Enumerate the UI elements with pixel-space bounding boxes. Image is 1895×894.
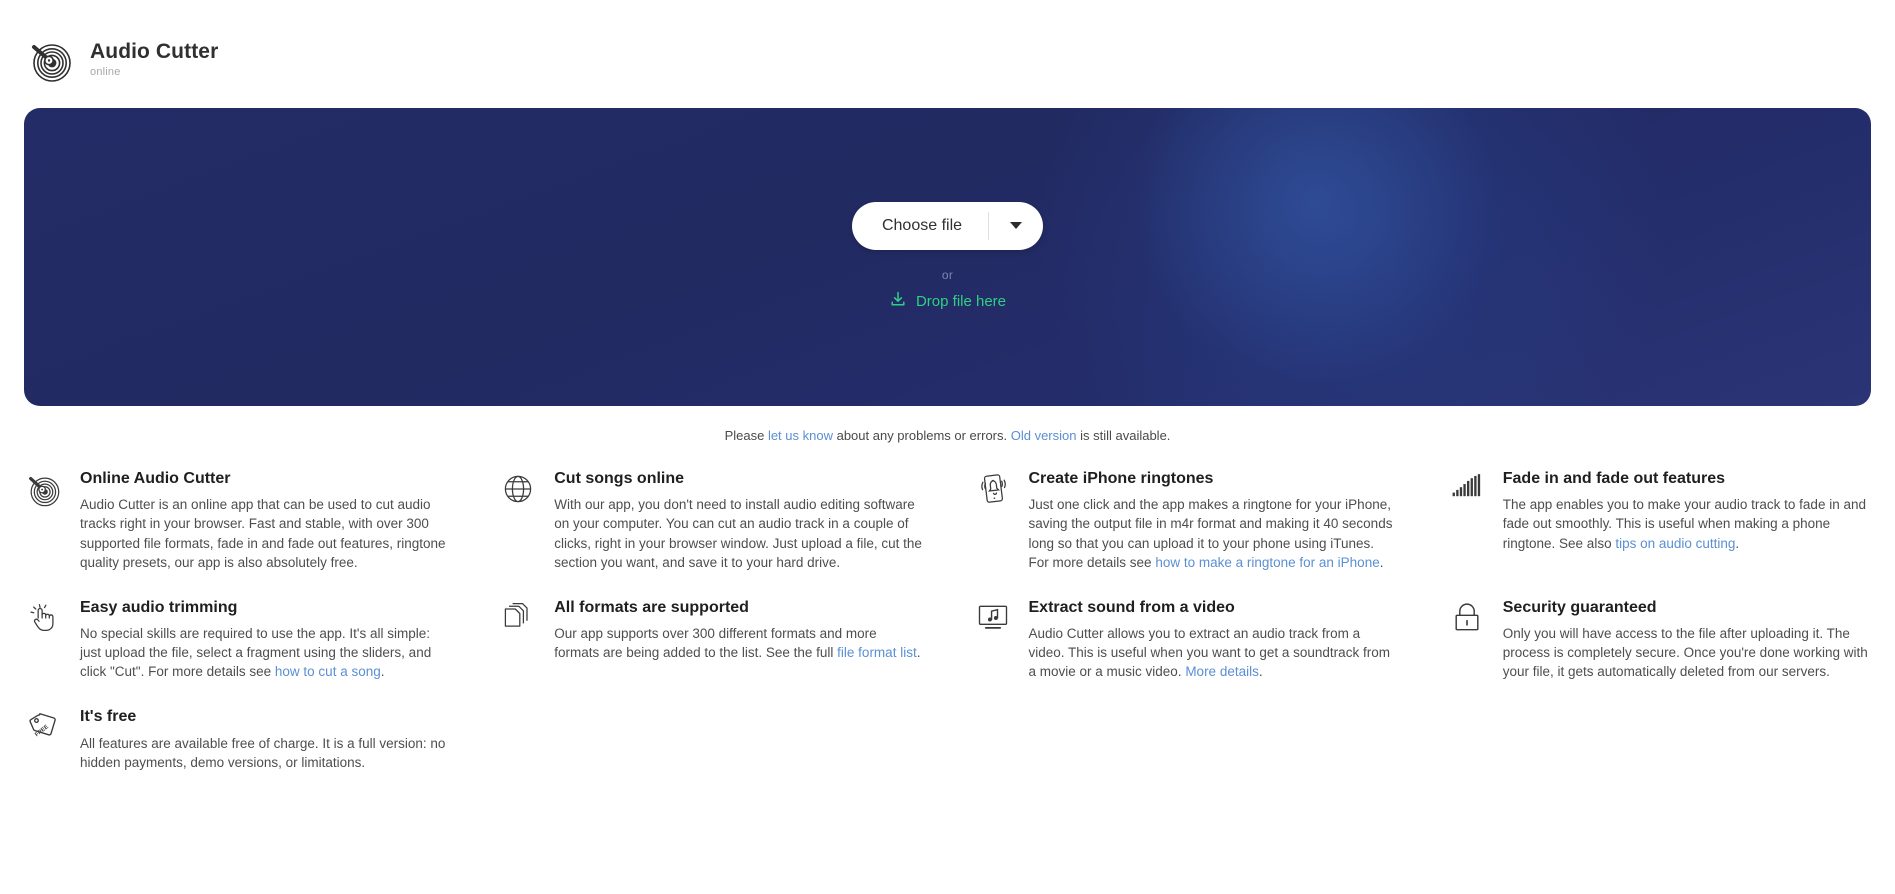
fade-bars-icon — [1447, 471, 1487, 511]
monitor-music-icon — [973, 600, 1013, 640]
svg-text:FREE: FREE — [34, 724, 50, 738]
site-header: Audio Cutter online — [0, 0, 1895, 96]
feature-title: Extract sound from a video — [1028, 598, 1235, 616]
feature-text-tail: . — [380, 664, 385, 680]
feature-text: All features are available free of charg… — [80, 734, 448, 772]
feature-link[interactable]: file format list — [837, 645, 917, 660]
feature-text-tail: . — [916, 645, 921, 661]
drop-file-label: Drop file here — [915, 292, 1007, 310]
feature-card: Extract sound from a video Audio Cutter … — [973, 598, 1397, 682]
feature-text: Audio Cutter allows you to extract an au… — [1029, 624, 1397, 681]
notice-before: Please — [724, 428, 768, 443]
feature-text: The app enables you to make your audio t… — [1503, 495, 1871, 552]
feature-text: No special skills are required to use th… — [80, 624, 448, 681]
logo-link[interactable]: Audio Cutter online — [24, 33, 218, 85]
feature-text-body: Our app supports over 300 different form… — [554, 626, 877, 661]
feature-text: Our app supports over 300 different form… — [554, 624, 922, 662]
choose-file-control[interactable]: Choose file — [851, 201, 1044, 250]
feature-title: Security guaranteed — [1502, 598, 1657, 616]
features-grid: Online Audio Cutter Audio Cutter is an o… — [24, 469, 1871, 772]
hero-upload-panel: Choose file or Drop file here — [24, 108, 1871, 406]
chevron-down-icon — [1010, 222, 1023, 229]
feature-card: Security guaranteed Only you will have a… — [1447, 598, 1871, 682]
feature-card: All formats are supported Our app suppor… — [498, 598, 922, 682]
feature-text-body: Audio Cutter is an online app that can b… — [80, 497, 446, 570]
vinyl-record-icon — [24, 33, 76, 85]
feature-card: Create iPhone ringtones Just one click a… — [973, 469, 1397, 572]
feature-title: Create iPhone ringtones — [1028, 470, 1214, 487]
feature-text: Only you will have access to the file af… — [1503, 624, 1871, 681]
feature-text-body: Only you will have access to the file af… — [1502, 626, 1868, 680]
feature-text-tail: . — [1735, 535, 1740, 551]
notice-middle: about any problems or errors. — [832, 428, 1011, 443]
or-label: or — [941, 267, 954, 282]
feature-title: Fade in and fade out features — [1502, 470, 1726, 487]
padlock-icon — [1447, 600, 1487, 640]
hero-content: Choose file or Drop file here — [24, 108, 1871, 406]
feature-card: Online Audio Cutter Audio Cutter is an o… — [24, 469, 448, 572]
choose-file-dropdown-button[interactable] — [989, 202, 1043, 250]
feature-link[interactable]: how to cut a song — [275, 664, 381, 679]
feature-title: Online Audio Cutter — [80, 470, 231, 487]
feature-link[interactable]: how to make a ringtone for an iPhone — [1155, 555, 1379, 570]
feature-text: Audio Cutter is an online app that can b… — [80, 495, 448, 572]
feature-text-tail: . — [1258, 664, 1263, 680]
feature-link[interactable]: More details — [1185, 664, 1259, 679]
feature-text: With our app, you don't need to install … — [554, 495, 922, 572]
feature-card: FREE It's free All features are availabl… — [24, 707, 448, 772]
old-version-link[interactable]: Old version — [1011, 428, 1077, 443]
feature-title: Cut songs online — [554, 470, 685, 487]
feature-link[interactable]: tips on audio cutting — [1615, 536, 1735, 551]
notice-after: is still available. — [1076, 428, 1171, 443]
phone-ringtone-icon — [973, 471, 1013, 511]
vinyl-record-icon — [24, 471, 64, 511]
free-price-tag-icon: FREE — [24, 709, 64, 749]
feature-text-body: All features are available free of charg… — [80, 735, 446, 770]
feature-card: Easy audio trimming No special skills ar… — [24, 598, 448, 682]
feature-title: It's free — [80, 708, 137, 726]
logo-title: Audio Cutter — [90, 39, 219, 63]
feature-text: Just one click and the app makes a ringt… — [1029, 495, 1397, 572]
let-us-know-link[interactable]: let us know — [768, 428, 833, 443]
feature-title: Easy audio trimming — [80, 598, 238, 616]
feature-card: Cut songs online With our app, you don't… — [498, 469, 922, 572]
globe-icon — [498, 471, 538, 511]
logo-subtitle: online — [90, 66, 121, 79]
drop-file-zone[interactable]: Drop file here — [889, 290, 1006, 313]
feature-title: All formats are supported — [554, 598, 749, 616]
feature-text-tail: . — [1379, 554, 1384, 570]
feature-card: Fade in and fade out features The app en… — [1447, 469, 1871, 572]
choose-file-button[interactable]: Choose file — [852, 202, 988, 250]
download-icon — [889, 290, 907, 313]
pointing-hand-icon — [24, 600, 64, 640]
feature-text-body: With our app, you don't need to install … — [554, 497, 922, 570]
documents-stack-icon — [498, 600, 538, 640]
notice-line: Please let us know about any problems or… — [0, 428, 1895, 443]
